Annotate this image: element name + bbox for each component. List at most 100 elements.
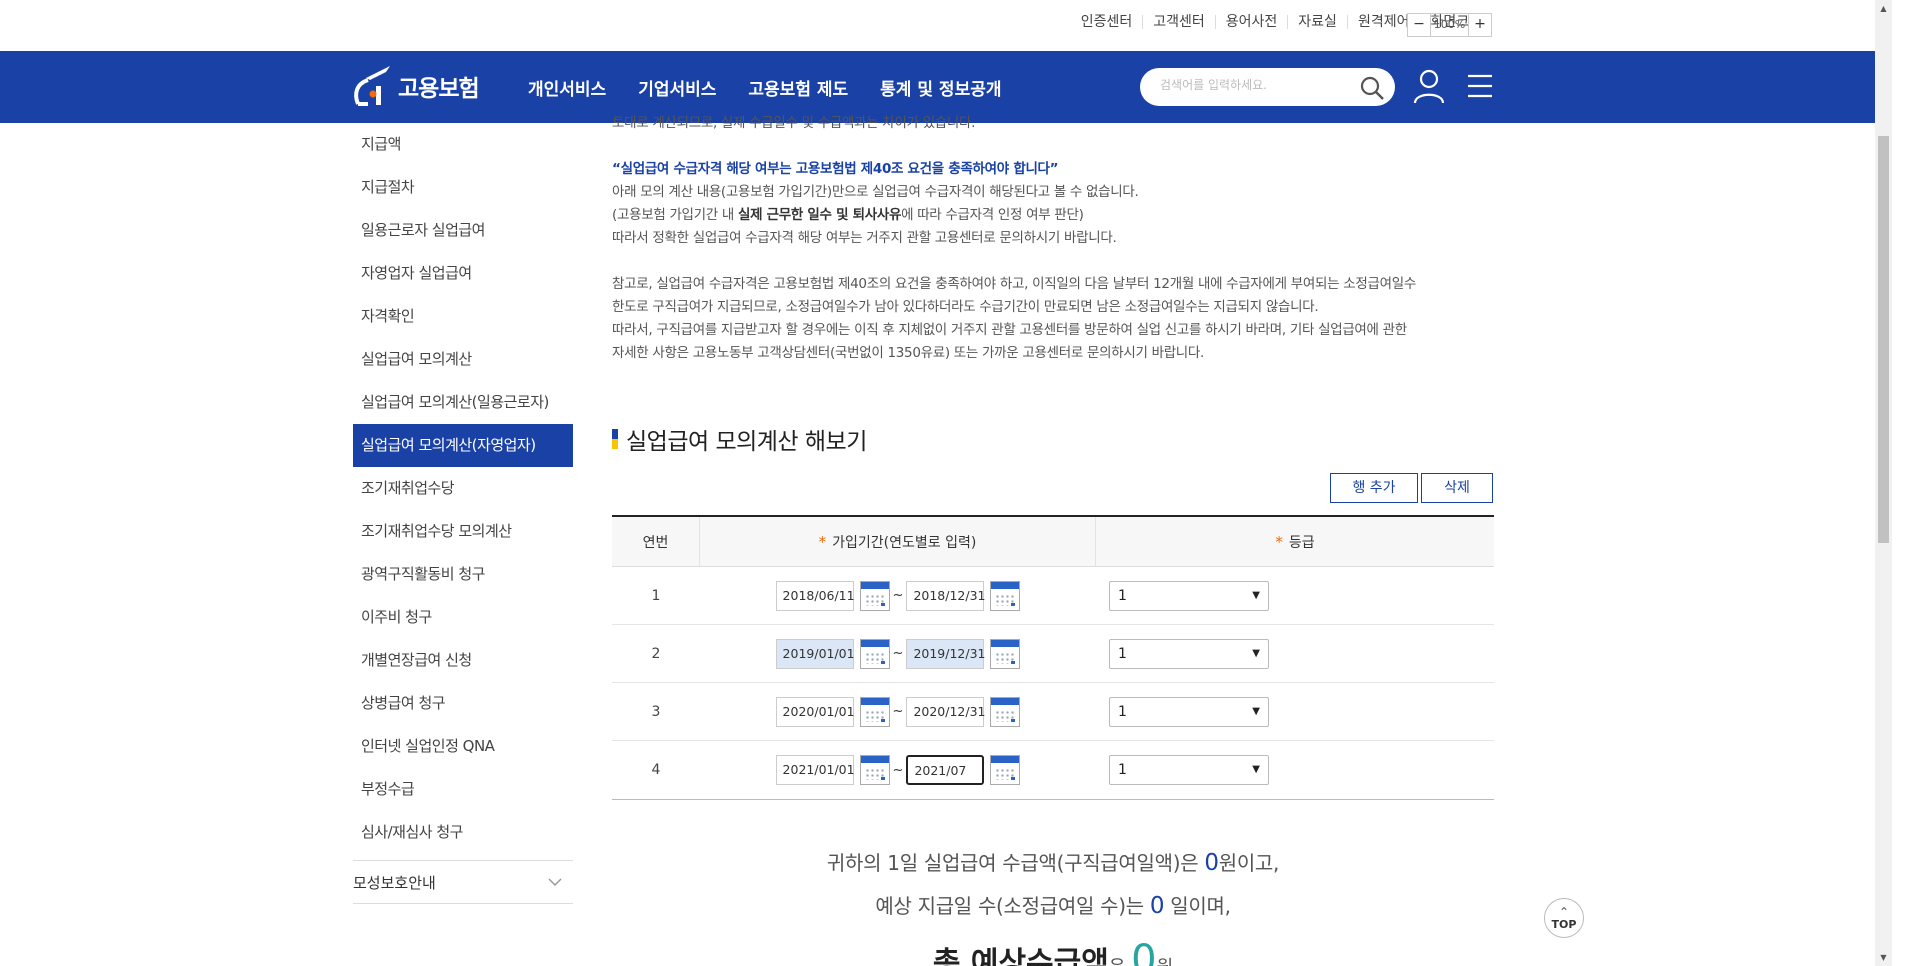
required-icon: * — [1275, 532, 1283, 551]
chevron-down-icon: ▼ — [1252, 589, 1260, 601]
title-bar-icon — [612, 429, 618, 449]
sidebar-item-sickness-benefit[interactable]: 상병급여 청구 — [353, 682, 573, 725]
end-date-input[interactable]: 2018/12/31 — [906, 580, 986, 611]
arrow-up-icon: ⌃ — [1558, 905, 1570, 919]
result-days: 예상 지급일 수(소정급여일 수)는 0 일이며, — [875, 893, 1231, 919]
zoom-in-button[interactable]: + — [1468, 13, 1492, 37]
sidebar-group-maternity[interactable]: 모성보호안내 — [353, 860, 573, 904]
menu-business-service[interactable]: 기업서비스 — [638, 75, 716, 100]
table-row: 1 2018/06/11 ~ 2018/12/31 1 ▼ — [612, 567, 1494, 625]
calendar-icon[interactable] — [990, 696, 1021, 727]
row-no: 3 — [651, 703, 661, 720]
grade-cell: 1 ▼ — [1096, 580, 1494, 611]
sidebar-item-simulation[interactable]: 실업급여 모의계산 — [353, 338, 573, 381]
sidebar-item-early-reemployment-sim[interactable]: 조기재취업수당 모의계산 — [353, 510, 573, 553]
row-no: 1 — [651, 587, 661, 604]
daily-amount-value: 0 — [1204, 850, 1219, 876]
notice-line-4: 따라서 정확한 실업급여 수급자격 해당 여부는 거주지 관할 고용센터로 문의… — [612, 230, 1117, 246]
search-icon[interactable] — [1359, 75, 1385, 101]
sidebar-item-simulation-daily[interactable]: 실업급여 모의계산(일용근로자) — [353, 381, 573, 424]
calendar-icon[interactable] — [990, 755, 1021, 785]
table-header: 연번 * 가입기간(연도별로 입력) * 등급 — [612, 517, 1494, 567]
scroll-down-arrow-icon: ▼ — [1880, 953, 1887, 962]
menu-insurance-system[interactable]: 고용보험 제도 — [748, 75, 848, 100]
sidebar-item-fraud[interactable]: 부정수급 — [353, 768, 573, 811]
notice-line-2: 아래 모의 계산 내용(고용보험 가입기간)만으로 실업급여 수급자격이 해당된… — [612, 184, 1139, 200]
end-date-input[interactable]: 2020/12/31 — [906, 696, 986, 727]
period-cell: 2021/01/01 ~ 2021/07 — [700, 755, 1096, 785]
util-link-customer[interactable]: 고객센터 — [1142, 15, 1215, 29]
grade-select[interactable]: 1 ▼ — [1109, 696, 1269, 727]
grade-select[interactable]: 1 ▼ — [1109, 638, 1269, 669]
calendar-icon[interactable] — [859, 580, 890, 611]
notice-line-1: 토대로 계산되므로, 실제 수급일수 및 수급액과는 차이가 있습니다. — [612, 115, 976, 131]
sidebar-item-qna[interactable]: 인터넷 실업인정 QNA — [353, 725, 573, 768]
header-grade: * 등급 — [1275, 532, 1315, 551]
calendar-icon[interactable] — [990, 580, 1021, 611]
sidebar-item-appeal[interactable]: 심사/재심사 청구 — [353, 811, 573, 854]
sidebar-item-daily-worker[interactable]: 일용근로자 실업급여 — [353, 209, 573, 252]
sidebar-item-job-search-expense[interactable]: 광역구직활동비 청구 — [353, 553, 573, 596]
end-date-input[interactable]: 2019/12/31 — [906, 638, 986, 669]
grade-select[interactable]: 1 ▼ — [1109, 755, 1269, 785]
scroll-up-arrow-icon: ▲ — [1880, 4, 1887, 13]
grade-cell: 1 ▼ — [1096, 638, 1494, 669]
zoom-out-button[interactable]: − — [1407, 13, 1431, 37]
site-logo[interactable]: 고용보험 — [352, 64, 480, 108]
period-cell: 2018/06/11 ~ 2018/12/31 — [700, 580, 1096, 611]
sidebar: 지급액 지급절차 일용근로자 실업급여 자영업자 실업급여 자격확인 실업급여 … — [353, 123, 573, 904]
vertical-scrollbar[interactable]: ▲ ▼ — [1875, 0, 1892, 966]
search-input[interactable] — [1160, 78, 1350, 92]
gnb-menu: 개인서비스 기업서비스 고용보험 제도 통계 및 정보공개 — [528, 75, 1034, 100]
result-total: 총 예상수급액은 0원 — [612, 937, 1494, 966]
simulation-table: 연번 * 가입기간(연도별로 입력) * 등급 1 2018/06/11 ~ 201… — [612, 515, 1494, 800]
logo-text: 고용보험 — [398, 76, 480, 102]
calendar-icon[interactable] — [859, 638, 890, 669]
sidebar-item-early-reemployment[interactable]: 조기재취업수당 — [353, 467, 573, 510]
sidebar-item-simulation-self-employed[interactable]: 실업급여 모의계산(자영업자) — [353, 424, 573, 467]
start-date-input[interactable]: 2020/01/01 — [775, 696, 855, 727]
result-daily-amount: 귀하의 1일 실업급여 수급액(구직급여일액)은 0원이고, — [826, 850, 1280, 876]
menu-personal-service[interactable]: 개인서비스 — [528, 75, 606, 100]
chevron-down-icon: ▼ — [1252, 647, 1260, 659]
menu-statistics[interactable]: 통계 및 정보공개 — [880, 75, 1001, 100]
table-row: 4 2021/01/01 ~ 2021/07 1 ▼ — [612, 741, 1494, 799]
period-cell: 2019/01/01 ~ 2019/12/31 — [700, 638, 1096, 669]
util-link-library[interactable]: 자료실 — [1287, 15, 1347, 29]
add-row-button[interactable]: 행 추가 — [1330, 473, 1418, 503]
section-title: 실업급여 모의계산 해보기 — [612, 422, 867, 456]
chevron-down-icon: ▼ — [1252, 705, 1260, 717]
sidebar-group-label: 모성보호안내 — [353, 874, 436, 892]
sidebar-item-extended-benefit[interactable]: 개별연장급여 신청 — [353, 639, 573, 682]
end-date-input[interactable]: 2021/07 — [906, 755, 985, 785]
sidebar-item-self-employed[interactable]: 자영업자 실업급여 — [353, 252, 573, 295]
calendar-icon[interactable] — [859, 696, 890, 727]
row-no: 2 — [651, 645, 661, 662]
scroll-top-button[interactable]: ⌃ TOP — [1544, 898, 1584, 938]
grade-select[interactable]: 1 ▼ — [1109, 580, 1269, 611]
util-link-cert[interactable]: 인증센터 — [1071, 15, 1143, 29]
sidebar-item-payment-amount[interactable]: 지급액 — [353, 123, 573, 166]
calendar-icon[interactable] — [859, 755, 890, 785]
notice-line-5: 참고로, 실업급여 수급자격은 고용보험법 제40조의 요건을 충족하여야 하고… — [612, 276, 1416, 292]
sidebar-item-eligibility[interactable]: 자격확인 — [353, 295, 573, 338]
util-link-glossary[interactable]: 용어사전 — [1214, 15, 1288, 29]
notice-line-3: (고용보험 가입기간 내 실제 근무한 일수 및 퇴사사유에 따라 수급자격 인… — [612, 207, 1084, 223]
start-date-input[interactable]: 2019/01/01 — [775, 638, 855, 669]
hamburger-menu-icon[interactable] — [1466, 71, 1494, 101]
sidebar-item-relocation[interactable]: 이주비 청구 — [353, 596, 573, 639]
table-row: 3 2020/01/01 ~ 2020/12/31 1 ▼ — [612, 683, 1494, 741]
user-icon[interactable] — [1412, 68, 1446, 104]
sidebar-item-payment-procedure[interactable]: 지급절차 — [353, 166, 573, 209]
period-cell: 2020/01/01 ~ 2020/12/31 — [700, 696, 1096, 727]
delete-button[interactable]: 삭제 — [1421, 473, 1493, 503]
start-date-input[interactable]: 2021/01/01 — [775, 755, 855, 785]
chevron-down-icon — [547, 861, 563, 905]
calendar-icon[interactable] — [990, 638, 1021, 669]
start-date-input[interactable]: 2018/06/11 — [775, 580, 855, 611]
scrollbar-thumb[interactable] — [1878, 136, 1889, 543]
zoom-value: 100% — [1431, 13, 1468, 37]
header-period: * 가입기간(연도별로 입력) — [700, 517, 1096, 566]
utility-bar: 인증센터 고객센터 용어사전 자료실 원격제어 화면크기 − 100% + — [0, 0, 1875, 51]
days-value: 0 — [1149, 893, 1165, 919]
